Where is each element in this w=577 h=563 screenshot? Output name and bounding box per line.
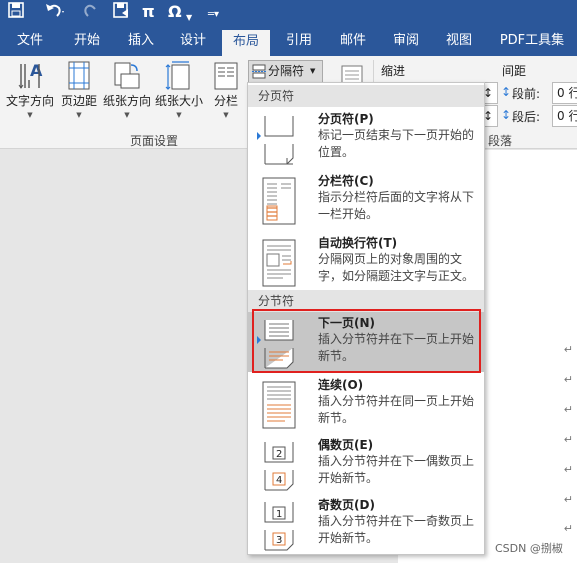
paragraph-mark: ↵ — [563, 433, 573, 446]
pi-icon[interactable]: π — [142, 2, 155, 22]
tab-references[interactable]: 引用 — [276, 26, 322, 56]
menu-item-text-wrapping-break[interactable]: 自动换行符(T) 分隔网页上的对象周围的文字，如分隔题注文字与正文。 — [248, 232, 484, 292]
size-icon — [165, 61, 190, 90]
tab-pdf-tools[interactable]: PDF工具集 — [494, 26, 570, 56]
continuous-desc: 插入分节符并在同一页上开始新节。 — [318, 394, 475, 425]
breaks-label: 分隔符 — [268, 64, 305, 78]
margins-button[interactable]: 页边距 ▼ — [59, 60, 99, 119]
even-page-number-2: 4 — [276, 475, 282, 486]
tab-file[interactable]: 文件 — [7, 26, 53, 56]
continuous-icon — [262, 381, 296, 429]
continuous-title: 连续(O) — [318, 378, 364, 392]
text-wrapping-break-desc: 分隔网页上的对象周围的文字，如分隔题注文字与正文。 — [318, 252, 475, 283]
chevron-down-icon: ▼ — [176, 111, 182, 119]
menu-item-odd-page[interactable]: 13 奇数页(D) 插入分节符并在下一奇数页上开始新节。 — [248, 494, 484, 554]
tab-review[interactable]: 审阅 — [383, 26, 429, 56]
menu-item-continuous[interactable]: 连续(O) 插入分节符并在同一页上开始新节。 — [248, 374, 484, 434]
even-page-icon: 24 — [264, 442, 294, 491]
spacing-label: 间距 — [502, 64, 527, 78]
size-label: 纸张大小 — [154, 94, 203, 108]
save-icon[interactable] — [8, 2, 24, 23]
paragraph-mark: ↵ — [563, 373, 573, 386]
odd-page-desc: 插入分节符并在下一奇数页上开始新节。 — [318, 514, 475, 545]
columns-button[interactable]: 分栏 ▼ — [208, 60, 244, 119]
text-wrapping-break-title: 自动换行符(T) — [318, 236, 398, 250]
watermark: CSDN @捌椒 — [495, 542, 563, 555]
odd-page-number: 1 — [276, 509, 282, 520]
tab-insert[interactable]: 插入 — [118, 26, 164, 56]
spacing-before-label: 段前: — [512, 87, 541, 101]
column-break-title: 分栏符(C) — [318, 174, 374, 188]
selection-highlight-box — [252, 309, 481, 373]
even-page-number: 2 — [276, 449, 282, 460]
breaks-button[interactable]: 分隔符 ▼ — [248, 60, 323, 83]
spacing-after-label: 段后: — [512, 110, 541, 124]
save-as-icon[interactable] — [113, 2, 129, 23]
menu-item-even-page[interactable]: 24 偶数页(E) 插入分节符并在下一偶数页上开始新节。 — [248, 434, 484, 494]
tab-layout[interactable]: 布局 — [222, 30, 270, 56]
omega-icon[interactable]: Ω — [168, 2, 182, 22]
text-wrapping-break-icon — [262, 239, 296, 287]
menu-item-page-break[interactable]: 分页符(P) 标记一页结束与下一页开始的位置。 — [248, 108, 484, 168]
indent-label: 缩进 — [381, 64, 406, 78]
spacing-before-input[interactable]: 0 行 — [552, 82, 577, 104]
redo-icon[interactable] — [84, 2, 98, 23]
size-button[interactable]: 纸张大小 ▼ — [154, 60, 204, 119]
paragraph-mark: ↵ — [563, 522, 573, 535]
tab-home[interactable]: 开始 — [64, 26, 110, 56]
page-setup-group-label: 页面设置 — [130, 134, 179, 148]
spacing-after-icon: ↕ — [501, 108, 512, 122]
svg-text:A: A — [30, 61, 43, 80]
spacing-before-icon: ↕ — [501, 85, 512, 99]
chevron-down-icon: ▼ — [310, 67, 316, 75]
paragraph-group-label: 段落 — [488, 134, 513, 148]
orientation-label: 纸张方向 — [102, 94, 151, 108]
page-break-icon — [264, 116, 294, 165]
text-direction-label: 文字方向 — [5, 94, 54, 108]
paragraph-mark: ↵ — [563, 493, 573, 506]
odd-page-icon: 13 — [264, 502, 294, 551]
tab-mailings[interactable]: 邮件 — [330, 26, 376, 56]
text-direction-icon: A — [18, 61, 43, 89]
tab-design[interactable]: 设计 — [170, 26, 216, 56]
paragraph-mark: ↵ — [563, 343, 573, 356]
page-breaks-header: 分页符 — [248, 85, 484, 107]
columns-label: 分栏 — [213, 94, 238, 108]
page-break-desc: 标记一页结束与下一页开始的位置。 — [318, 128, 475, 159]
margins-label: 页边距 — [60, 94, 97, 108]
breaks-icon — [252, 64, 266, 79]
margins-icon — [68, 61, 90, 90]
orientation-button[interactable]: 纸张方向 ▼ — [101, 60, 153, 119]
even-page-desc: 插入分节符并在下一偶数页上开始新节。 — [318, 454, 475, 485]
chevron-down-icon: ▼ — [27, 111, 33, 119]
customize-icon[interactable]: ═▾ — [208, 5, 219, 25]
paragraph-mark: ↵ — [563, 403, 573, 416]
orientation-icon — [114, 62, 140, 89]
odd-page-title: 奇数页(D) — [318, 498, 375, 512]
even-page-title: 偶数页(E) — [318, 438, 374, 452]
omega-dropdown-icon[interactable]: ▼ — [186, 8, 192, 28]
column-break-desc: 指示分栏符后面的文字将从下一栏开始。 — [318, 190, 475, 221]
chevron-down-icon: ▼ — [124, 111, 130, 119]
quick-access-toolbar: π Ω ▼ ═▾ — [0, 0, 577, 26]
page-break-title: 分页符(P) — [318, 112, 374, 126]
spacing-after-input[interactable]: 0 行 — [552, 105, 577, 127]
columns-icon — [214, 62, 238, 90]
menu-item-column-break[interactable]: 分栏符(C) 指示分栏符后面的文字将从下一栏开始。 — [248, 170, 484, 230]
ribbon-tabs: 文件 开始 插入 设计 布局 引用 邮件 审阅 视图 PDF工具集 — [0, 26, 577, 56]
paragraph-mark: ↵ — [563, 463, 573, 476]
chevron-down-icon: ▼ — [76, 111, 82, 119]
undo-icon[interactable] — [44, 2, 66, 23]
chevron-down-icon: ▼ — [223, 111, 229, 119]
tab-view[interactable]: 视图 — [436, 26, 482, 56]
column-break-icon — [262, 177, 296, 225]
odd-page-number-2: 3 — [276, 535, 282, 546]
text-direction-button[interactable]: A 文字方向 ▼ — [4, 60, 56, 119]
